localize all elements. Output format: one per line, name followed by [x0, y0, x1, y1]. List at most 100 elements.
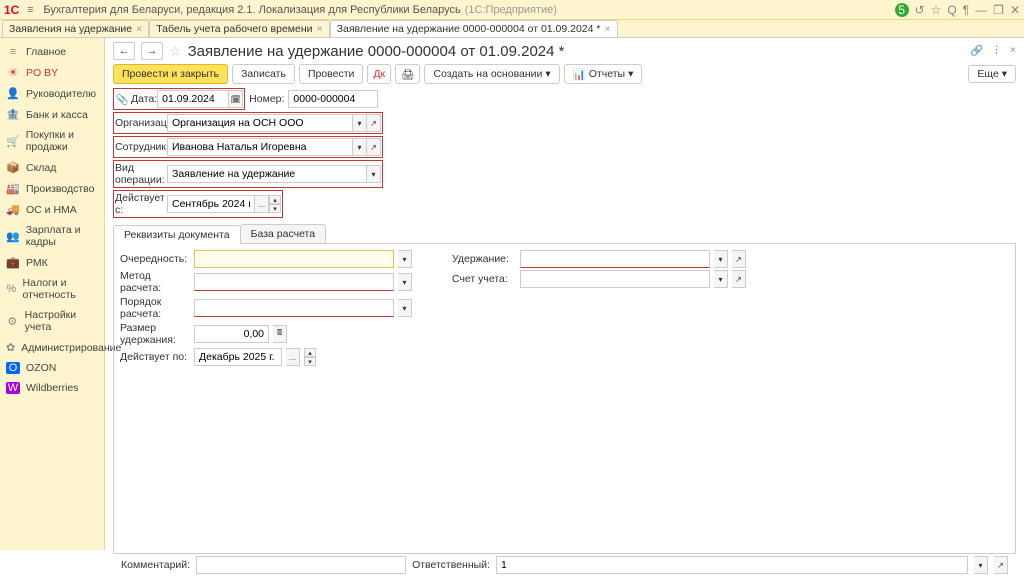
- sidebar-item-poby[interactable]: ☀PO BY: [0, 62, 104, 83]
- open-ref-button[interactable]: ↗: [367, 138, 381, 156]
- open-ref-button[interactable]: ↗: [732, 250, 746, 268]
- reports-button[interactable]: 📊 Отчеты ▾: [564, 64, 643, 84]
- number-label: Номер:: [249, 93, 284, 105]
- sidebar-item-assets[interactable]: 🚚ОС и НМА: [0, 199, 104, 220]
- emp-input[interactable]: [167, 138, 353, 156]
- sidebar-item-sales[interactable]: 🛒Покупки и продажи: [0, 125, 104, 157]
- close-doc-icon[interactable]: ×: [1010, 44, 1016, 57]
- create-based-button[interactable]: Создать на основании ▾: [424, 64, 559, 84]
- user-icon: 👤: [6, 87, 20, 100]
- open-tabs: Заявления на удержание× Табель учета раб…: [0, 20, 1024, 38]
- sidebar-item-production[interactable]: 🏭Производство: [0, 178, 104, 199]
- dropdown-button[interactable]: ▾: [714, 250, 728, 268]
- close-window-icon[interactable]: ✕: [1010, 3, 1020, 17]
- nav-fwd-button[interactable]: →: [141, 42, 163, 60]
- app-logo: 1C: [4, 3, 19, 17]
- spin-up-button[interactable]: ▴: [269, 195, 281, 204]
- sidebar-item-bank[interactable]: 🏦Банк и касса: [0, 104, 104, 125]
- open-ref-button[interactable]: ↗: [732, 270, 746, 288]
- responsible-input[interactable]: [496, 556, 968, 574]
- attach-icon[interactable]: 📎: [115, 93, 129, 106]
- sidebar-item-settings[interactable]: ⚙Настройки учета: [0, 305, 104, 337]
- sidebar-item-rmk[interactable]: 💼РМК: [0, 252, 104, 273]
- close-icon[interactable]: ×: [317, 23, 323, 35]
- wildberries-icon: W: [6, 382, 20, 394]
- optype-input[interactable]: [167, 165, 367, 183]
- history-icon[interactable]: ↺: [915, 3, 925, 17]
- post-and-close-button[interactable]: Провести и закрыть: [113, 64, 228, 84]
- spin-up-button[interactable]: ▴: [304, 348, 316, 357]
- effective-input[interactable]: [167, 195, 255, 213]
- sidebar-item-warehouse[interactable]: 📦Склад: [0, 157, 104, 178]
- method-input[interactable]: [194, 273, 394, 291]
- nav-back-button[interactable]: ←: [113, 42, 135, 60]
- print-button[interactable]: 🖨: [395, 64, 420, 84]
- number-input[interactable]: [288, 90, 378, 108]
- close-icon[interactable]: ×: [136, 23, 142, 35]
- date-picker-button[interactable]: 🗓: [229, 90, 243, 108]
- org-input[interactable]: [167, 114, 353, 132]
- size-label: Размер удержания:: [120, 322, 190, 346]
- ellipsis-button[interactable]: …: [286, 348, 300, 366]
- tab-doc-details[interactable]: Реквизиты документа: [113, 225, 241, 244]
- menu-dots-icon[interactable]: ⋮: [991, 44, 1002, 57]
- open-ref-button[interactable]: ↗: [367, 114, 381, 132]
- link-icon[interactable]: 🔗: [970, 44, 983, 57]
- more-button[interactable]: Еще ▾: [968, 65, 1016, 83]
- close-icon[interactable]: ×: [605, 23, 611, 35]
- tab-deduction-requests[interactable]: Заявления на удержание×: [2, 20, 149, 37]
- post-button[interactable]: Провести: [299, 64, 363, 84]
- main-menu-icon[interactable]: ≡: [23, 4, 37, 16]
- truck-icon: 🚚: [6, 203, 20, 216]
- sidebar-item-wildberries[interactable]: WWildberries: [0, 378, 104, 398]
- sidebar-item-admin[interactable]: ✿Администрирование: [0, 337, 104, 358]
- box-icon: 📦: [6, 161, 20, 174]
- bell-icon[interactable]: ¶: [963, 3, 969, 17]
- emp-label: Сотрудник:: [115, 141, 167, 153]
- restore-icon[interactable]: ❐: [993, 3, 1004, 17]
- sidebar-item-taxes[interactable]: %Налоги и отчетность: [0, 273, 104, 305]
- account-input[interactable]: [520, 270, 710, 288]
- comment-input[interactable]: [196, 556, 406, 574]
- dropdown-button[interactable]: ▾: [714, 270, 728, 288]
- dropdown-button[interactable]: ▾: [974, 556, 988, 574]
- star-icon: ☀: [6, 66, 20, 79]
- optype-label: Вид операции:: [115, 162, 167, 186]
- save-button[interactable]: Записать: [232, 64, 295, 84]
- titlebar-actions: 5 ↺ ☆ Q ¶ — ❐ ✕: [895, 3, 1020, 17]
- briefcase-icon: 💼: [6, 256, 20, 269]
- dropdown-button[interactable]: ▾: [398, 250, 412, 268]
- sidebar-item-manager[interactable]: 👤Руководителю: [0, 83, 104, 104]
- tab-deduction-doc[interactable]: Заявление на удержание 0000-000004 от 01…: [330, 20, 618, 37]
- search-icon[interactable]: Q: [947, 3, 956, 17]
- size-input[interactable]: [194, 325, 269, 343]
- dropdown-button[interactable]: ▾: [353, 138, 367, 156]
- tab-calc-base[interactable]: База расчета: [240, 224, 327, 243]
- favorite-star-icon[interactable]: ☆: [169, 43, 182, 60]
- calc-button[interactable]: 🖩: [273, 325, 287, 343]
- dk-button[interactable]: Дк: [367, 64, 391, 84]
- sidebar: ≡Главное ☀PO BY 👤Руководителю 🏦Банк и ка…: [0, 38, 105, 550]
- validto-input[interactable]: [194, 348, 282, 366]
- priority-input[interactable]: [194, 250, 394, 268]
- dropdown-button[interactable]: ▾: [398, 299, 412, 317]
- dropdown-button[interactable]: ▾: [367, 165, 381, 183]
- tab-timesheet[interactable]: Табель учета рабочего времени×: [149, 20, 329, 37]
- notification-badge[interactable]: 5: [895, 3, 909, 17]
- sidebar-item-main[interactable]: ≡Главное: [0, 42, 104, 62]
- sidebar-item-ozon[interactable]: OOZON: [0, 358, 104, 378]
- ellipsis-button[interactable]: …: [255, 195, 269, 213]
- dropdown-button[interactable]: ▾: [353, 114, 367, 132]
- spin-down-button[interactable]: ▾: [304, 357, 316, 366]
- spin-down-button[interactable]: ▾: [269, 204, 281, 213]
- deduction-input[interactable]: [520, 250, 710, 268]
- open-ref-button[interactable]: ↗: [994, 556, 1008, 574]
- date-input[interactable]: [157, 90, 229, 108]
- sidebar-item-payroll[interactable]: 👥Зарплата и кадры: [0, 220, 104, 252]
- minimize-icon[interactable]: —: [975, 3, 987, 17]
- deduction-label: Удержание:: [452, 253, 516, 265]
- favorite-icon[interactable]: ☆: [931, 3, 942, 17]
- order-input[interactable]: [194, 299, 394, 317]
- order-label: Порядок расчета:: [120, 296, 190, 320]
- dropdown-button[interactable]: ▾: [398, 273, 412, 291]
